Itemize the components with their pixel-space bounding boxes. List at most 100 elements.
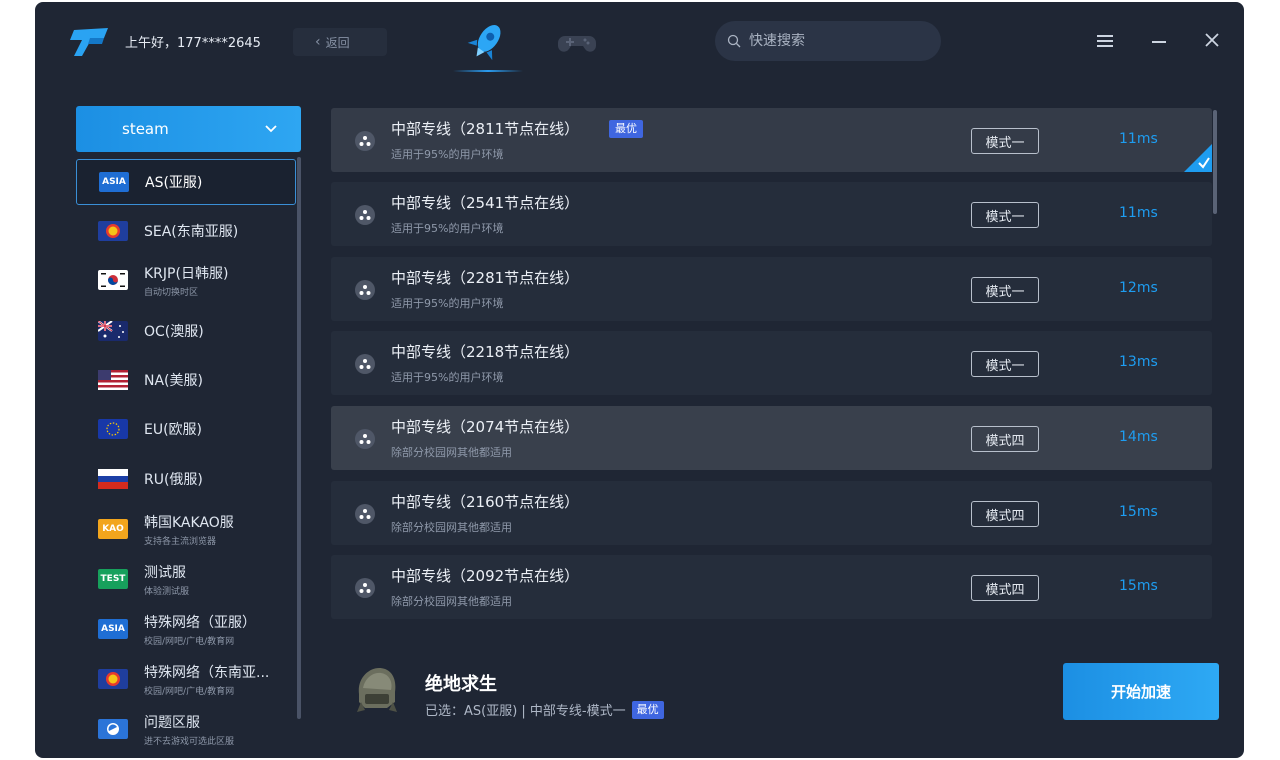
route-title: 中部专线（2074节点在线） (391, 418, 580, 436)
route-desc: 适用于95%的用户环境 (391, 371, 504, 384)
active-tab-indicator (453, 70, 523, 72)
latency-value: 14ms (1119, 429, 1158, 445)
node-icon (355, 504, 375, 524)
region-name: 测试服 (144, 564, 186, 581)
latency-value: 11ms (1119, 131, 1158, 147)
region-name: AS(亚服) (145, 175, 203, 191)
app-window: 上午好，177****2645 ‹ 返回 快速搜索 steam ASIA AS(… (35, 2, 1244, 758)
russia-flag-icon (98, 469, 128, 489)
route-item[interactable]: 中部专线（2281节点在线） 适用于95%的用户环境 模式一 12ms (331, 257, 1212, 321)
mode-button[interactable]: 模式一 (971, 277, 1039, 303)
route-desc: 除部分校园网其他都适用 (391, 446, 512, 459)
node-icon (355, 354, 375, 374)
top-bar: 上午好，177****2645 ‹ 返回 (35, 2, 1244, 82)
latency-value: 15ms (1119, 504, 1158, 520)
latency-value: 13ms (1119, 354, 1158, 370)
mode-button[interactable]: 模式一 (971, 128, 1039, 154)
tab-accelerator[interactable] (453, 20, 523, 72)
back-label: 返回 (325, 35, 350, 50)
region-item-test[interactable]: TEST 测试服 体验测试服 (76, 557, 296, 601)
route-desc: 除部分校园网其他都适用 (391, 595, 512, 608)
asia-badge-icon: ASIA (98, 619, 128, 639)
region-item-na[interactable]: NA(美服) (76, 358, 296, 402)
usa-flag-icon (98, 370, 128, 390)
node-icon (355, 280, 375, 300)
footer-bar: 绝地求生 已选：AS(亚服) | 中部专线-模式一 最优 开始加速 (35, 642, 1244, 758)
route-title: 中部专线（2092节点在线） (391, 567, 580, 585)
korea-flag-icon (98, 270, 128, 290)
best-badge: 最优 (631, 700, 664, 719)
route-item[interactable]: 中部专线（2074节点在线） 除部分校园网其他都适用 模式四 14ms (331, 406, 1212, 470)
selected-check-icon (1184, 144, 1212, 172)
app-logo-icon (70, 28, 108, 56)
minimize-icon[interactable] (1147, 30, 1171, 54)
route-item[interactable]: 中部专线（2218节点在线） 适用于95%的用户环境 模式一 13ms (331, 331, 1212, 395)
region-sub: 支持各主流浏览器 (144, 536, 217, 547)
route-title: 中部专线（2281节点在线） (391, 269, 580, 287)
asia-badge-icon: ASIA (99, 172, 129, 192)
search-icon (727, 34, 741, 48)
test-badge-icon: TEST (98, 569, 128, 589)
region-item-ru[interactable]: RU(俄服) (76, 457, 296, 501)
kao-badge-icon: KAO (98, 519, 128, 539)
close-icon[interactable] (1200, 30, 1224, 54)
platform-dropdown[interactable]: steam (76, 106, 301, 152)
region-name: 韩国KAKAO服 (144, 514, 234, 531)
node-icon (355, 578, 375, 598)
australia-flag-icon (98, 321, 128, 341)
back-button[interactable]: ‹ 返回 (293, 28, 387, 56)
region-item-as[interactable]: ASIA AS(亚服) (76, 159, 296, 205)
route-item[interactable]: 中部专线（2160节点在线） 除部分校园网其他都适用 模式四 15ms (331, 481, 1212, 545)
game-name: 绝地求生 (425, 674, 497, 695)
platform-label: steam (122, 120, 169, 138)
mode-button[interactable]: 模式一 (971, 202, 1039, 228)
search-box[interactable] (715, 21, 941, 61)
menu-icon[interactable] (1093, 30, 1117, 54)
region-name: 特殊网络（亚服） (144, 614, 256, 631)
region-item-eu[interactable]: EU(欧服) (76, 407, 296, 451)
route-desc: 适用于95%的用户环境 (391, 297, 504, 310)
node-icon (355, 429, 375, 449)
region-name: OC(澳服) (144, 324, 204, 340)
region-sub: 体验测试服 (144, 586, 190, 597)
region-item-oc[interactable]: OC(澳服) (76, 309, 296, 353)
route-list: 中部专线（2811节点在线） 最优 适用于95%的用户环境 模式一 11ms 中… (331, 108, 1212, 628)
mode-button[interactable]: 模式四 (971, 575, 1039, 601)
latency-value: 15ms (1119, 578, 1158, 594)
route-title: 中部专线（2218节点在线） (391, 343, 580, 361)
sidebar-scrollbar[interactable] (297, 157, 301, 719)
route-desc: 除部分校园网其他都适用 (391, 521, 512, 534)
best-badge: 最优 (609, 120, 643, 138)
region-name: NA(美服) (144, 373, 203, 389)
user-greeting: 上午好，177****2645 (125, 36, 261, 51)
selection-text: 已选：AS(亚服) | 中部专线-模式一 (425, 704, 626, 719)
region-item-krjp[interactable]: KRJP(日韩服) 自动切换时区 (76, 258, 296, 302)
region-name: KRJP(日韩服) (144, 265, 229, 282)
node-icon (355, 131, 375, 151)
region-name: SEA(东南亚服) (144, 224, 239, 240)
route-title: 中部专线（2541节点在线） (391, 194, 580, 212)
helmet-icon (357, 668, 397, 712)
gamepad-icon[interactable] (557, 26, 597, 58)
route-title: 中部专线（2160节点在线） (391, 493, 580, 511)
route-item[interactable]: 中部专线（2811节点在线） 最优 适用于95%的用户环境 模式一 11ms (331, 108, 1212, 172)
asean-flag-icon (98, 221, 128, 241)
mode-button[interactable]: 模式四 (971, 426, 1039, 452)
region-item-sea[interactable]: SEA(东南亚服) (76, 209, 296, 253)
region-item-kakao[interactable]: KAO 韩国KAKAO服 支持各主流浏览器 (76, 507, 296, 551)
mode-button[interactable]: 模式四 (971, 501, 1039, 527)
route-item[interactable]: 中部专线（2541节点在线） 适用于95%的用户环境 模式一 11ms (331, 182, 1212, 246)
selection-summary: 已选：AS(亚服) | 中部专线-模式一 最优 (425, 700, 664, 719)
search-input[interactable] (749, 33, 919, 49)
start-accelerate-button[interactable]: 开始加速 (1063, 663, 1219, 720)
route-item[interactable]: 中部专线（2092节点在线） 除部分校园网其他都适用 模式四 15ms (331, 555, 1212, 619)
mode-button[interactable]: 模式一 (971, 351, 1039, 377)
region-sub: 自动切换时区 (144, 287, 199, 298)
latency-value: 12ms (1119, 280, 1158, 296)
route-scrollbar[interactable] (1213, 110, 1217, 214)
route-title: 中部专线（2811节点在线） (391, 120, 580, 138)
region-name: EU(欧服) (144, 422, 203, 438)
node-icon (355, 205, 375, 225)
chevron-left-icon: ‹ (315, 34, 321, 50)
route-desc: 适用于95%的用户环境 (391, 148, 504, 161)
